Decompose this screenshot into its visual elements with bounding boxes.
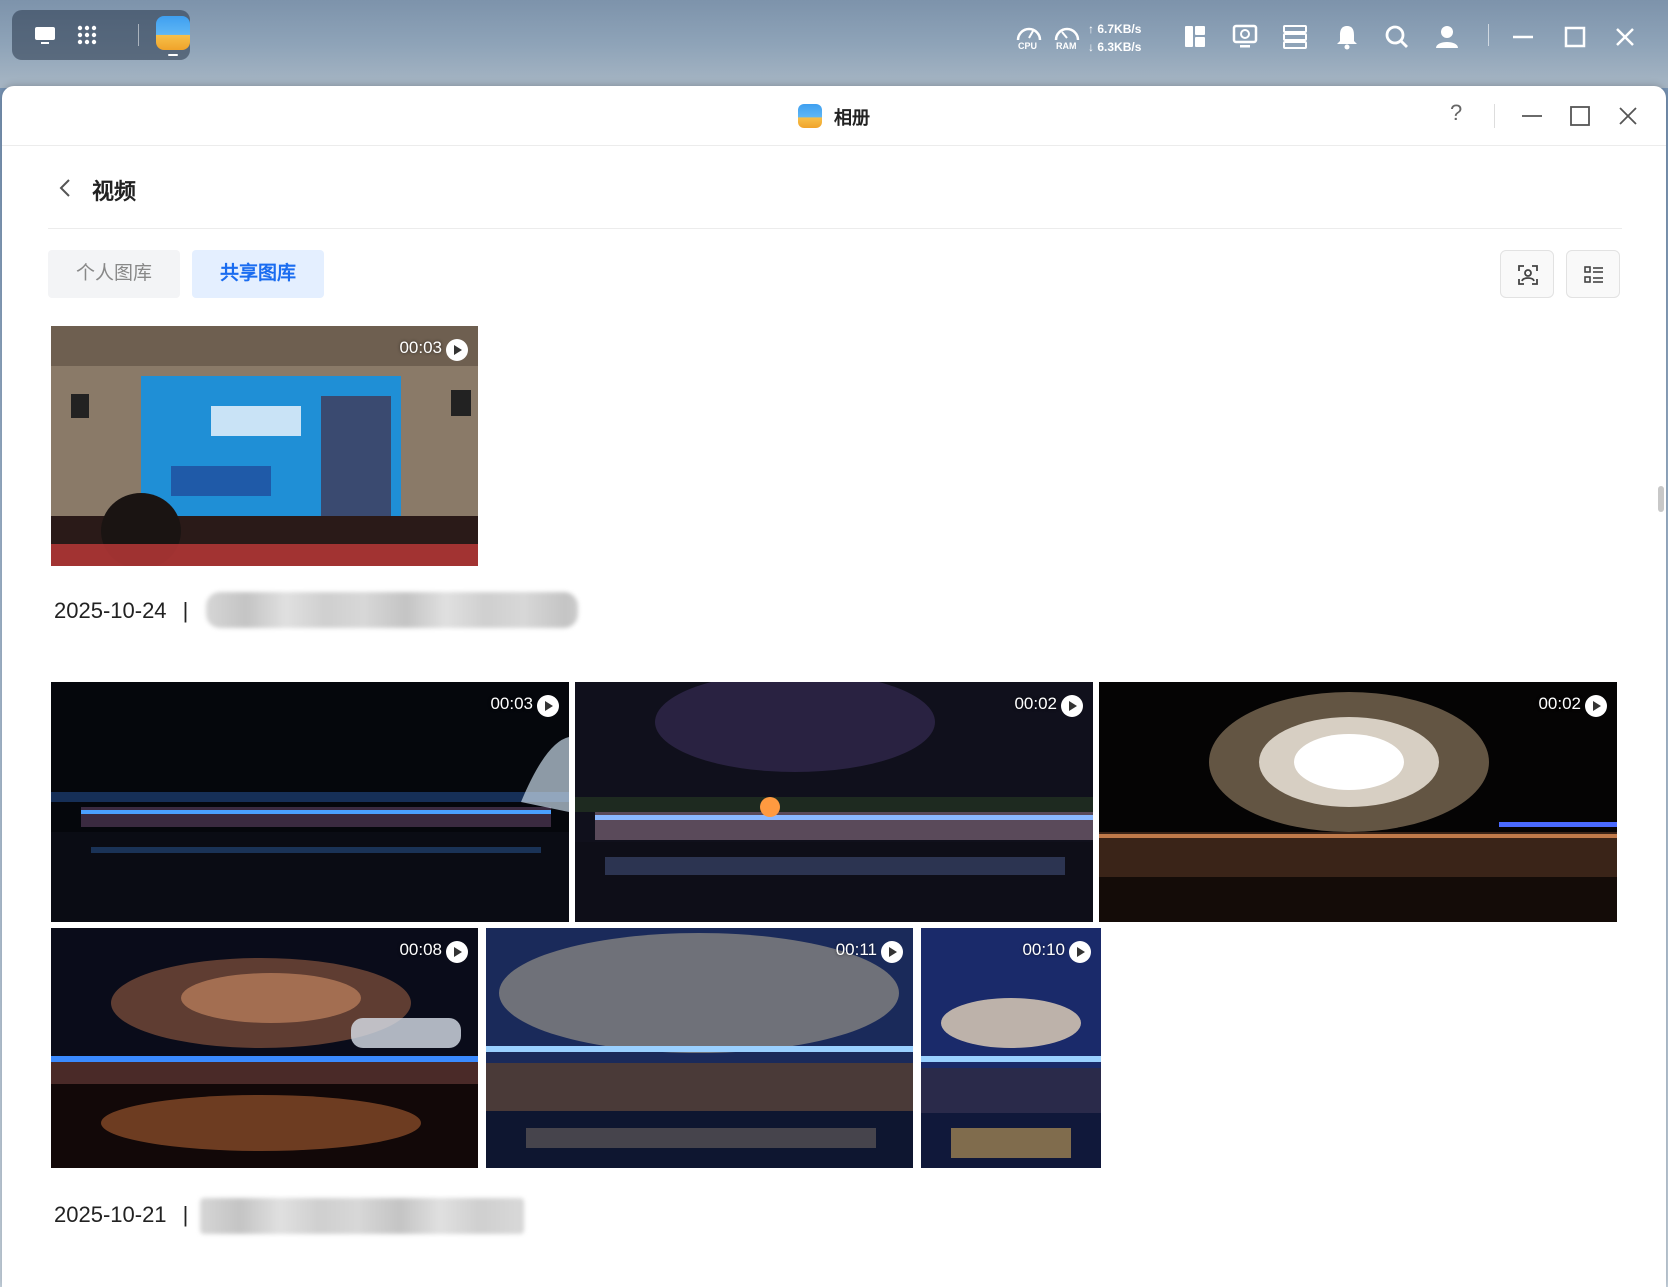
- page-title: 视频: [92, 179, 137, 204]
- play-icon[interactable]: [446, 339, 468, 361]
- header-divider: [48, 228, 1622, 229]
- face-recognition-button[interactable]: [1500, 250, 1554, 298]
- user-account-icon[interactable]: [1432, 22, 1462, 52]
- play-icon[interactable]: [1069, 941, 1091, 963]
- active-app-indicator: [168, 54, 178, 56]
- play-icon[interactable]: [446, 941, 468, 963]
- play-icon[interactable]: [537, 695, 559, 717]
- list-view-icon: [1584, 266, 1603, 283]
- desktop-maximize-icon[interactable]: [1560, 22, 1590, 52]
- scrollbar[interactable]: [1658, 486, 1664, 512]
- titlebar-separator: [1494, 104, 1495, 128]
- notification-bell-icon[interactable]: [1332, 22, 1362, 52]
- play-icon[interactable]: [1585, 695, 1607, 717]
- close-icon[interactable]: [1614, 102, 1642, 130]
- network-speed: ↑ 6.7KB/s ↓ 6.3KB/s: [1088, 20, 1141, 56]
- group-separator: |: [182, 598, 189, 623]
- tab-shared-library[interactable]: 共享图库: [192, 250, 324, 298]
- conference-scene: [51, 326, 478, 566]
- fireworks-scene: [51, 928, 478, 1168]
- maximize-icon[interactable]: [1566, 102, 1594, 130]
- list-view-button[interactable]: [1566, 250, 1620, 298]
- group-separator: |: [182, 1202, 189, 1227]
- video-thumbnail[interactable]: 00:10: [921, 928, 1101, 1168]
- desktop-taskbar: CPU RAM ↑ 6.7KB/s ↓ 6.3KB/s: [0, 0, 1668, 88]
- video-duration: 00:03: [399, 338, 442, 357]
- window-titlebar: 相册 ?: [2, 86, 1666, 146]
- show-desktop-icon[interactable]: [32, 22, 58, 48]
- photos-app-icon[interactable]: [156, 16, 190, 50]
- face-scan-icon: [1518, 265, 1538, 285]
- remote-monitor-icon[interactable]: [1230, 22, 1260, 52]
- play-icon[interactable]: [1061, 695, 1083, 717]
- search-icon[interactable]: [1382, 22, 1412, 52]
- date-group-label: 2025-10-21 |: [54, 1202, 188, 1228]
- blurred-location: [206, 592, 578, 628]
- video-duration: 00:02: [1014, 694, 1057, 713]
- dock: [12, 10, 190, 60]
- photos-logo-icon: [798, 104, 822, 128]
- video-thumbnail[interactable]: 00:02: [575, 682, 1093, 922]
- video-thumbnail[interactable]: 00:08: [51, 928, 478, 1168]
- video-duration: 00:10: [1022, 940, 1065, 959]
- video-duration: 00:11: [835, 940, 877, 959]
- fireworks-scene: [1099, 682, 1617, 922]
- night-bridge-scene: [575, 682, 1093, 922]
- date-group-label: 2025-10-24 |: [54, 598, 188, 624]
- back-arrow-icon[interactable]: [54, 176, 78, 200]
- group-date: 2025-10-24: [54, 598, 167, 623]
- dock-separator: [138, 24, 139, 46]
- ram-label: RAM: [1056, 41, 1077, 51]
- fireworks-scene: [921, 928, 1101, 1168]
- video-thumbnail[interactable]: 00:11: [486, 928, 913, 1168]
- blurred-location: [200, 1198, 524, 1234]
- video-thumbnail[interactable]: 00:02: [1099, 682, 1617, 922]
- desktop-close-icon[interactable]: [1610, 22, 1640, 52]
- upload-speed: 6.7KB/s: [1097, 22, 1142, 36]
- video-thumbnail[interactable]: 00:03: [51, 326, 478, 566]
- night-bridge-scene: [51, 682, 569, 922]
- widget-panel-icon[interactable]: [1180, 22, 1210, 52]
- video-duration: 00:02: [1538, 694, 1581, 713]
- window-title: 相册: [834, 108, 870, 128]
- group-date: 2025-10-21: [54, 1202, 167, 1227]
- photos-window: 相册 ? 视频 个人图库 共享图库 00:03 2025-10-24 | 00:…: [2, 86, 1666, 1287]
- help-button[interactable]: ?: [1450, 100, 1462, 126]
- tray-separator: [1488, 24, 1489, 46]
- video-thumbnail[interactable]: 00:03: [51, 682, 569, 922]
- download-speed: 6.3KB/s: [1097, 40, 1142, 54]
- video-duration: 00:08: [399, 940, 442, 959]
- upload-arrow-icon: ↑: [1088, 22, 1094, 36]
- tab-personal-library[interactable]: 个人图库: [48, 250, 180, 298]
- minimize-icon[interactable]: [1518, 102, 1546, 130]
- cpu-label: CPU: [1018, 41, 1038, 51]
- storage-manager-icon[interactable]: [1280, 22, 1310, 52]
- download-arrow-icon: ↓: [1088, 40, 1094, 54]
- video-duration: 00:03: [490, 694, 533, 713]
- app-grid-icon[interactable]: [74, 22, 100, 48]
- desktop-minimize-icon[interactable]: [1508, 22, 1538, 52]
- fireworks-scene: [486, 928, 913, 1168]
- play-icon[interactable]: [881, 941, 903, 963]
